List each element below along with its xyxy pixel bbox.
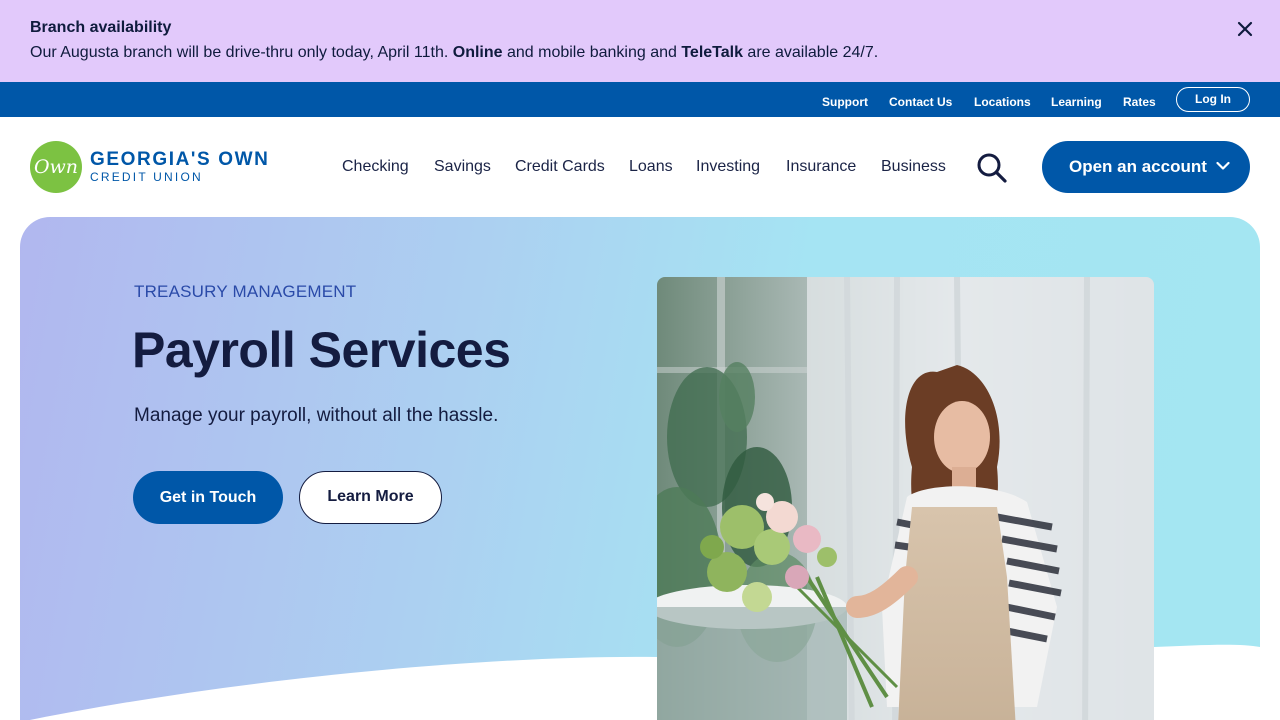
alert-message-prefix: Our Augusta branch will be drive-thru on…	[30, 44, 453, 61]
hero-wave-shape	[30, 644, 1260, 720]
nav-item-checking[interactable]: Checking	[342, 158, 409, 176]
alert-online-text: Online	[452, 44, 503, 61]
hero-section: TREASURY MANAGEMENT Payroll Services Man…	[20, 217, 1260, 720]
utility-link-rates[interactable]: Rates	[1123, 95, 1156, 109]
utility-link-contact-us[interactable]: Contact Us	[889, 95, 952, 109]
close-icon[interactable]	[1233, 17, 1257, 41]
utility-link-support[interactable]: Support	[822, 95, 868, 109]
nav-item-loans[interactable]: Loans	[629, 158, 673, 176]
alert-teletalk-text: TeleTalk	[681, 44, 743, 61]
alert-message-suffix: are available 24/7.	[742, 44, 879, 61]
alert-message-middle: and mobile banking and	[502, 44, 682, 61]
open-account-button[interactable]: Open an account	[1042, 141, 1250, 193]
nav-item-investing[interactable]: Investing	[696, 158, 760, 176]
open-account-label: Open an account	[1069, 157, 1207, 176]
logo-name: GEORGIA'S OWN	[90, 149, 270, 170]
main-nav: Own GEORGIA'S OWN CREDIT UNION Checking …	[0, 117, 1280, 217]
nav-item-business[interactable]: Business	[881, 158, 946, 176]
login-button[interactable]: Log In	[1176, 87, 1250, 112]
logo-subtitle: CREDIT UNION	[90, 170, 203, 184]
alert-message: Our Augusta branch will be drive-thru on…	[30, 44, 878, 62]
utility-link-learning[interactable]: Learning	[1051, 95, 1102, 109]
chevron-down-icon	[1216, 161, 1230, 170]
nav-item-savings[interactable]: Savings	[434, 158, 491, 176]
alert-banner: Branch availability Our Augusta branch w…	[0, 0, 1280, 82]
logo-mark: Own	[30, 141, 82, 193]
utility-link-locations[interactable]: Locations	[974, 95, 1031, 109]
nav-item-credit-cards[interactable]: Credit Cards	[515, 158, 605, 176]
search-icon[interactable]	[976, 153, 1008, 183]
utility-bar: Support Contact Us Locations Learning Ra…	[0, 82, 1280, 117]
alert-title: Branch availability	[30, 19, 172, 36]
nav-item-insurance[interactable]: Insurance	[786, 158, 856, 176]
